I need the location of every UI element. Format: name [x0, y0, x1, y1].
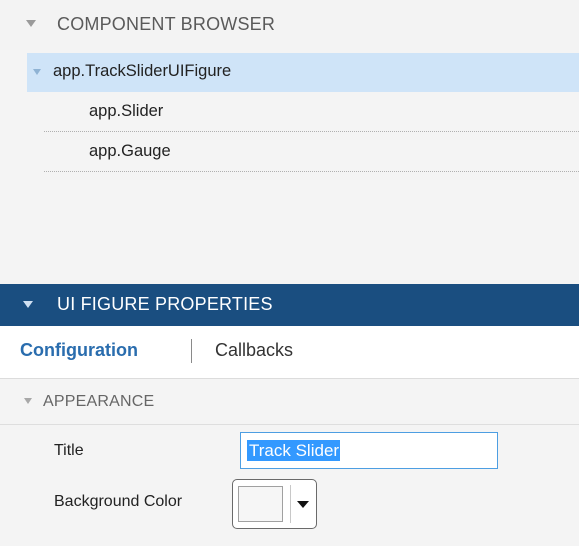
component-browser-header[interactable]: COMPONENT BROWSER: [0, 0, 579, 51]
dropdown-arrow-icon[interactable]: [297, 501, 309, 508]
collapse-triangle-icon[interactable]: [26, 20, 36, 27]
tab-separator: [191, 339, 192, 363]
background-color-label: Background Color: [54, 493, 183, 510]
background-color-picker[interactable]: [232, 479, 317, 529]
title-label: Title: [54, 442, 84, 459]
expand-triangle-icon[interactable]: [33, 69, 41, 75]
tree-node-label: app.Slider: [89, 102, 164, 120]
color-swatch: [238, 486, 283, 522]
title-input-value: Track Slider: [247, 440, 341, 461]
collapse-triangle-icon[interactable]: [24, 398, 32, 404]
properties-header[interactable]: UI FIGURE PROPERTIES: [0, 284, 579, 326]
properties-title: UI FIGURE PROPERTIES: [57, 294, 273, 314]
component-browser-title: COMPONENT BROWSER: [57, 14, 276, 34]
tab-configuration[interactable]: Configuration: [20, 340, 138, 361]
picker-divider: [290, 485, 291, 523]
appearance-section-header[interactable]: APPEARANCE: [0, 379, 579, 424]
tree-node-label: app.TrackSliderUIFigure: [53, 62, 232, 80]
properties-tabs: Configuration Callbacks: [0, 326, 579, 379]
tree-node-slider[interactable]: app.Slider: [44, 92, 579, 132]
appearance-section-title: APPEARANCE: [43, 393, 155, 410]
divider: [44, 171, 579, 172]
section-divider: [0, 424, 579, 425]
tab-callbacks[interactable]: Callbacks: [215, 340, 293, 361]
title-input[interactable]: Track Slider: [240, 432, 498, 469]
tree-node-ui-figure[interactable]: app.TrackSliderUIFigure: [27, 53, 579, 92]
collapse-triangle-icon[interactable]: [23, 301, 33, 308]
tree-node-gauge[interactable]: app.Gauge: [44, 132, 579, 172]
tree-node-label: app.Gauge: [89, 142, 171, 160]
